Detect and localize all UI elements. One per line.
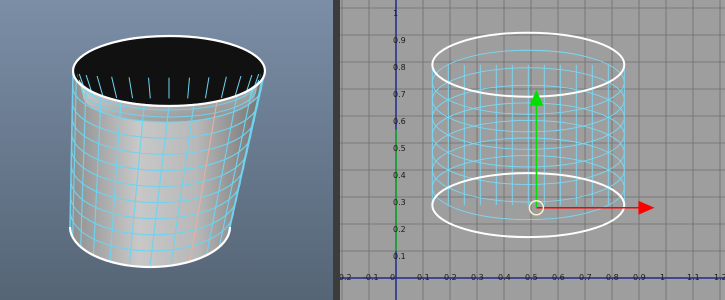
y-tick-label: 0.9 (393, 36, 406, 45)
x-tick-label: -0.2 (340, 273, 352, 282)
panel-divider[interactable] (333, 0, 340, 300)
x-tick-label: 0.1 (417, 273, 430, 282)
perspective-canvas[interactable] (0, 0, 333, 300)
y-tick-label: 0.6 (393, 117, 406, 126)
y-tick-label: 0.3 (393, 198, 406, 207)
x-tick-label: 1.2 (714, 273, 725, 282)
x-tick-label: 0 (390, 273, 395, 282)
x-tick-label: -0.1 (363, 273, 379, 282)
x-tick-label: 0.3 (471, 273, 484, 282)
y-tick-label: 0.1 (393, 252, 406, 261)
x-tick-label: 0.9 (633, 273, 646, 282)
y-tick-label: 1 (393, 9, 398, 18)
x-tick-label: 0.2 (444, 273, 457, 282)
y-tick-label: 0.2 (393, 225, 406, 234)
x-tick-label: 0.6 (552, 273, 565, 282)
x-tick-label: 0.8 (606, 273, 619, 282)
x-tick-label: 0.7 (579, 273, 592, 282)
x-tick-label: 1 (660, 273, 665, 282)
uv-editor-canvas[interactable]: 1 0.9 0.8 0.7 0.6 0.5 0.4 0.3 0.2 0.1 -0.2 -0.1 0 0.1… (340, 0, 725, 300)
x-tick-label: 1.1 (687, 273, 700, 282)
y-tick-label: 0.7 (393, 90, 406, 99)
y-tick-label: 0.5 (393, 144, 406, 153)
x-tick-label: 0.5 (525, 273, 538, 282)
y-tick-label: 0.8 (393, 63, 406, 72)
x-tick-label: 0.4 (498, 273, 511, 282)
y-tick-label: 0.4 (393, 171, 406, 180)
perspective-viewport[interactable] (0, 0, 333, 300)
uv-editor-viewport[interactable]: 1 0.9 0.8 0.7 0.6 0.5 0.4 0.3 0.2 0.1 -0.2 -0.1 0 0.1… (340, 0, 725, 300)
